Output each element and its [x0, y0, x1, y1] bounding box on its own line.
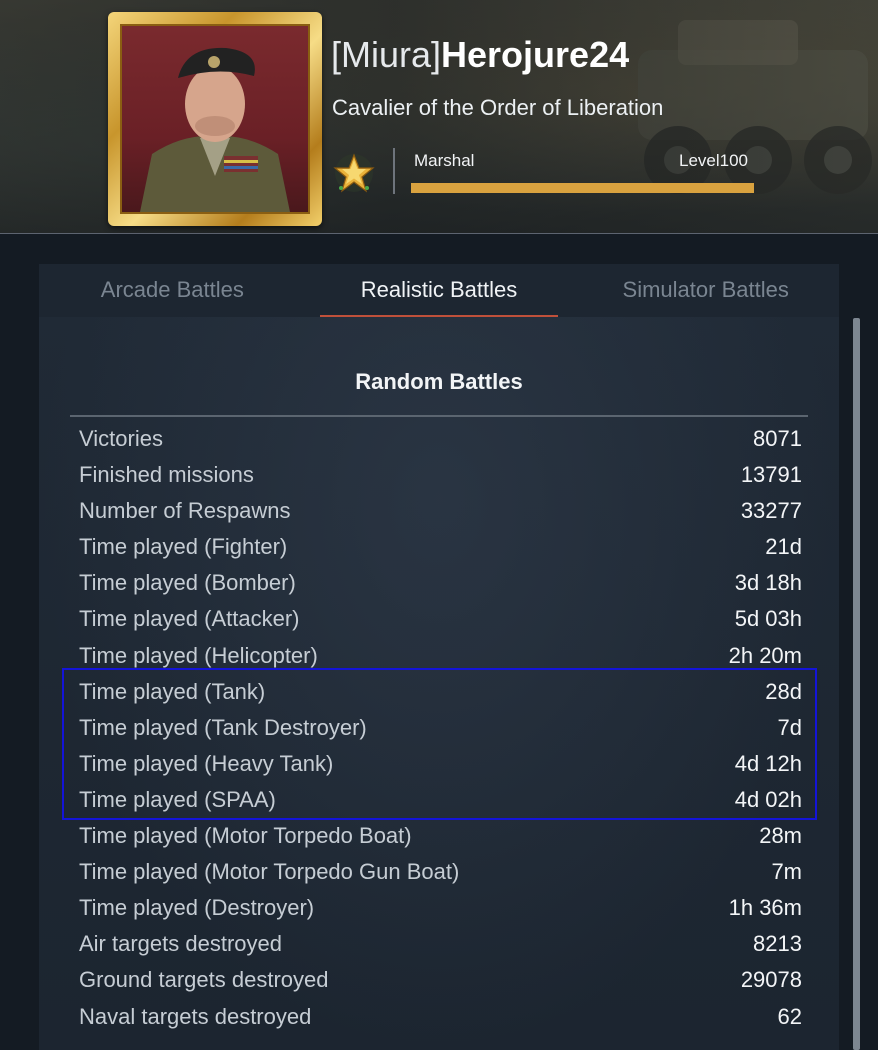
stat-label: Victories	[79, 426, 163, 451]
tab-simulator-battles[interactable]: Simulator Battles	[572, 264, 839, 317]
stat-value: 1h 36m	[728, 895, 802, 921]
stat-value: 8071	[753, 426, 802, 451]
stat-row: Naval targets destroyed 62	[70, 999, 808, 1035]
stat-label: Time played (Bomber)	[79, 570, 296, 596]
xp-progress-fill	[411, 183, 754, 193]
stat-label: Time played (Motor Torpedo Gun Boat)	[79, 859, 460, 885]
stat-label: Time played (Motor Torpedo Boat)	[79, 823, 412, 849]
stat-value: 2h 20m	[728, 642, 802, 668]
stat-row: Time played (Attacker) 5d 03h	[70, 601, 808, 637]
stat-label: Time played (Helicopter)	[79, 642, 318, 668]
tab-realistic-battles[interactable]: Realistic Battles	[306, 264, 573, 317]
rank-star-icon	[333, 153, 375, 193]
stat-row: Time played (Motor Torpedo Boat) 28m	[70, 818, 808, 854]
rank-divider	[393, 148, 395, 194]
stat-label: Naval targets destroyed	[79, 1003, 312, 1029]
xp-progress-bar	[411, 183, 754, 193]
rank-name: Marshal	[414, 151, 475, 170]
stat-value: 5d 03h	[734, 606, 802, 632]
panel-scrollbar[interactable]	[853, 318, 860, 1050]
level-value: 100	[719, 151, 748, 170]
rank-level: Level100	[600, 151, 748, 171]
tab-arcade-battles[interactable]: Arcade Battles	[39, 264, 306, 317]
stat-row: Time played (Fighter) 21d	[70, 529, 808, 565]
stat-row: Air targets destroyed 8213	[70, 926, 808, 962]
clan-tag[interactable]: [Miura]	[331, 34, 441, 75]
stat-value: 62	[777, 1003, 802, 1029]
section-title: Random Battles	[355, 369, 523, 394]
stat-label: Time played (Fighter)	[79, 534, 288, 560]
avatar	[120, 24, 310, 214]
stat-label: Time played (Destroyer)	[79, 895, 315, 921]
player-nickname: Herojure24	[441, 34, 630, 75]
stat-label: Finished missions	[79, 462, 254, 488]
stat-label: Air targets destroyed	[79, 931, 282, 957]
stat-value: 33277	[740, 498, 802, 524]
stat-label: Time played (Attacker)	[79, 606, 300, 632]
banner-divider	[0, 233, 878, 234]
stat-value: 7m	[771, 859, 802, 885]
stat-row: Time played (Destroyer) 1h 36m	[70, 890, 808, 926]
battle-mode-tabs: Arcade Battles Realistic Battles Simulat…	[39, 264, 839, 317]
level-label: Level	[678, 151, 720, 170]
stat-value: 28m	[759, 823, 802, 849]
stat-label: Number of Respawns	[79, 498, 291, 524]
stat-value: 29078	[740, 967, 802, 993]
avatar-frame[interactable]	[108, 12, 322, 226]
stat-row: Time played (Bomber) 3d 18h	[70, 565, 808, 601]
stat-value: 13791	[740, 462, 802, 488]
stat-row: Finished missions 13791	[70, 457, 808, 493]
stat-value: 21d	[765, 534, 802, 560]
highlight-box	[62, 668, 817, 820]
player-name: [Miura]Herojure24	[331, 34, 629, 78]
stat-row: Time played (Motor Torpedo Gun Boat) 7m	[70, 854, 808, 890]
commander-portrait-image	[140, 47, 290, 212]
section-divider	[70, 415, 808, 417]
stat-value: 3d 18h	[734, 570, 802, 596]
stat-row: Victories 8071	[70, 421, 808, 457]
stat-label: Ground targets destroyed	[79, 967, 329, 993]
stat-value: 8213	[753, 931, 802, 957]
stat-row: Ground targets destroyed 29078	[70, 962, 808, 998]
player-title[interactable]: Cavalier of the Order of Liberation	[332, 95, 663, 121]
stat-row: Number of Respawns 33277	[70, 493, 808, 529]
